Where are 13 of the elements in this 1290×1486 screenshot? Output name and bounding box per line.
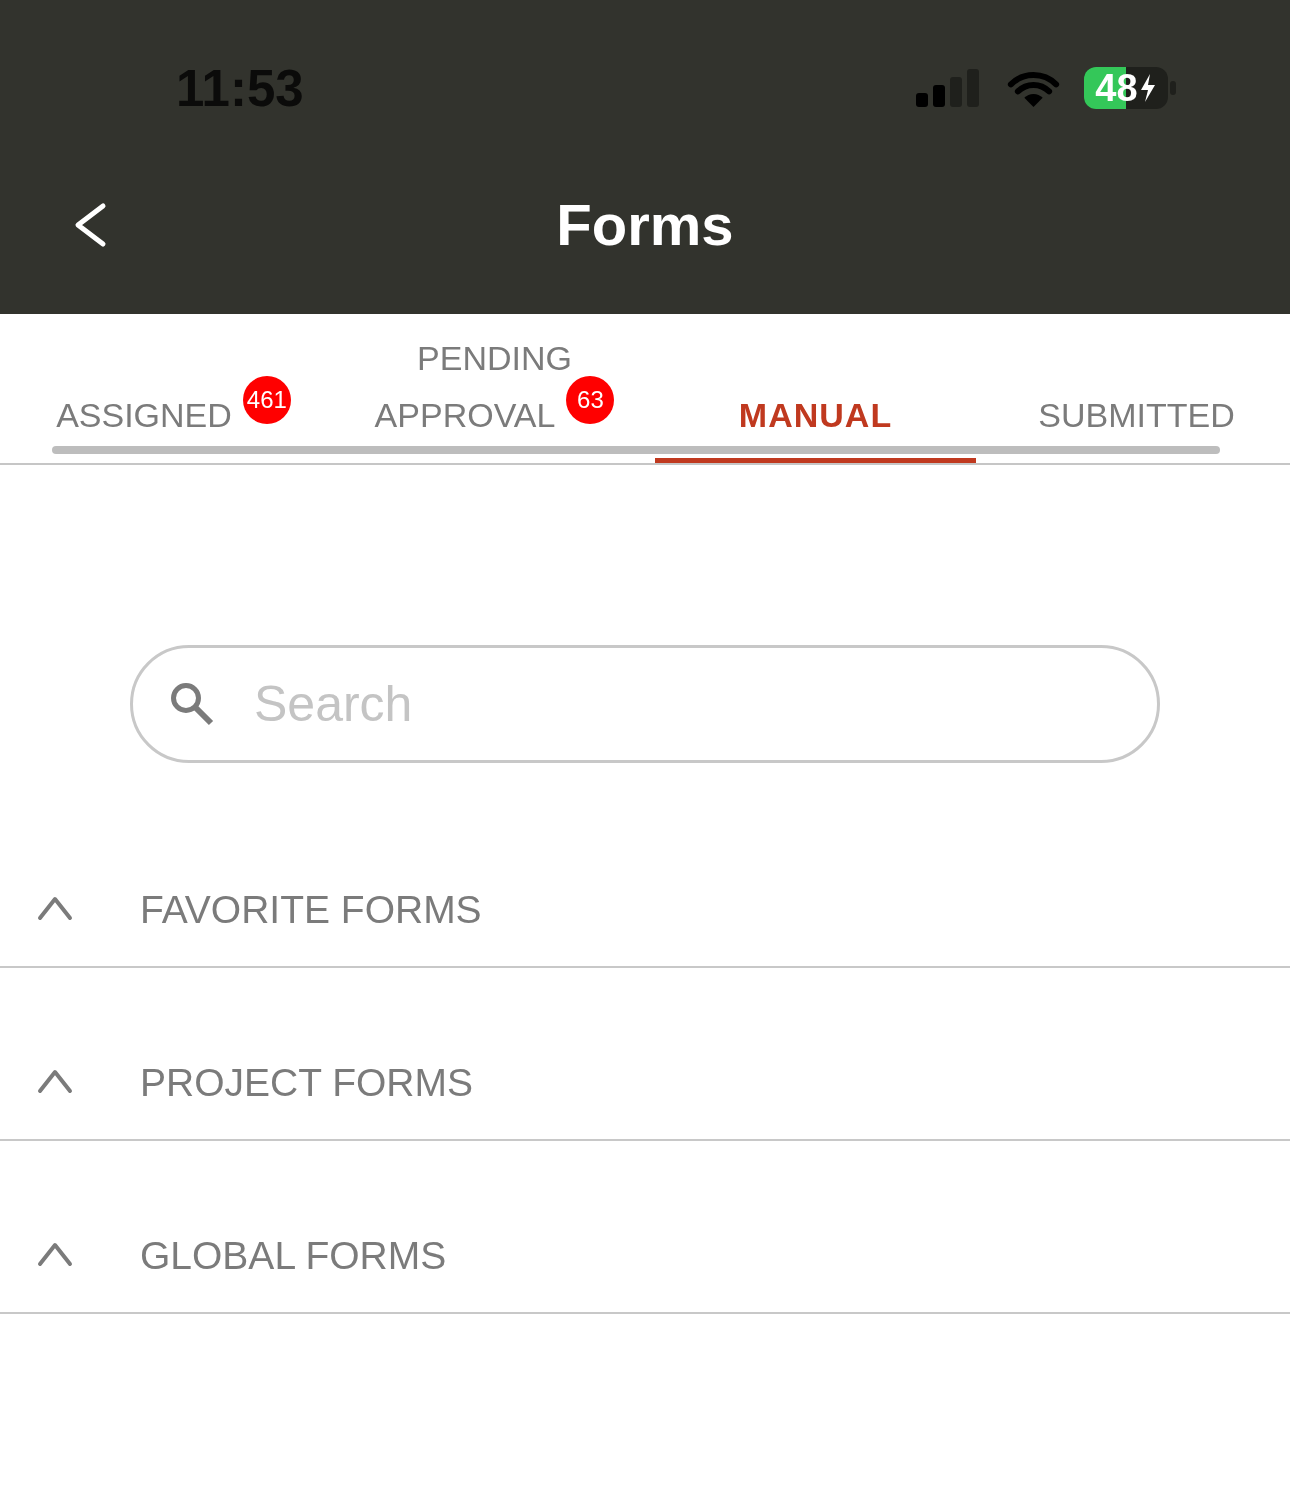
chevron-up-icon	[37, 1068, 73, 1094]
page-title: Forms	[556, 193, 734, 257]
chevron-up-icon	[37, 1241, 73, 1267]
chevron-up-icon	[37, 895, 73, 921]
back-icon	[73, 202, 107, 248]
search-field[interactable]: Search	[130, 645, 1160, 763]
back-button[interactable]	[73, 202, 107, 248]
charging-bolt-icon	[1138, 73, 1157, 103]
signal-icon	[916, 69, 980, 107]
tab[interactable]: SUBMITTED	[976, 375, 1290, 463]
count-badge: 63	[566, 376, 615, 424]
search-icon	[170, 682, 214, 726]
count-badge: 461	[242, 376, 291, 424]
